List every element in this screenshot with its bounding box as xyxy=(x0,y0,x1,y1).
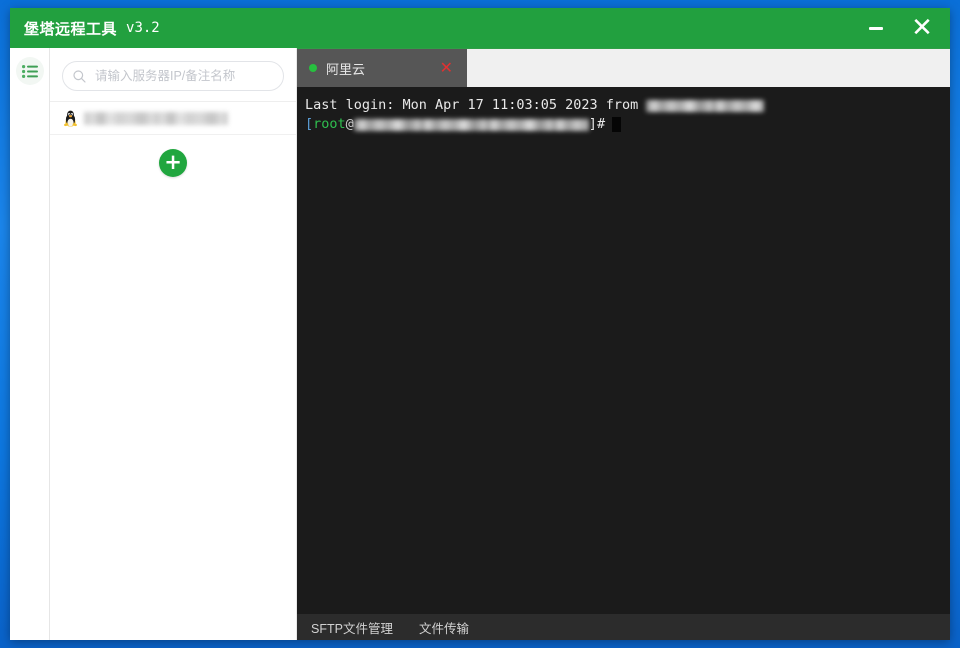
prompt-user: root xyxy=(313,116,346,132)
prompt-at-sign: @ xyxy=(345,116,354,132)
server-name-redacted xyxy=(84,111,228,125)
tab-strip: 阿里云 ✕ xyxy=(297,48,950,87)
app-version-label: v3.2 xyxy=(126,20,160,36)
minimize-icon xyxy=(869,26,883,30)
terminal-line-last-login: Last login: Mon Apr 17 11:03:05 2023 fro… xyxy=(305,96,950,115)
list-menu-button[interactable] xyxy=(15,57,44,85)
app-title: 堡塔远程工具 xyxy=(24,20,118,38)
last-login-host-redacted xyxy=(646,99,765,112)
prompt-host-redacted xyxy=(353,118,589,131)
terminal-line-prompt: [ root @ ] # xyxy=(305,115,950,134)
title-bar[interactable]: 堡塔远程工具 v3.2 ✕ xyxy=(10,8,950,48)
search-row xyxy=(50,48,296,101)
text-cursor-block xyxy=(612,117,622,132)
server-list: + xyxy=(50,101,296,640)
search-input[interactable] xyxy=(93,68,273,84)
file-transfer-button[interactable]: 文件传输 xyxy=(419,618,469,637)
prompt-close-bracket: ] xyxy=(588,116,597,132)
minimize-button[interactable] xyxy=(856,8,896,48)
search-icon xyxy=(73,69,86,83)
last-login-text: Last login: Mon Apr 17 11:03:05 2023 fro… xyxy=(305,97,647,113)
linux-penguin-icon xyxy=(62,110,79,127)
bottom-bar: SFTP文件管理 文件传输 xyxy=(297,614,950,640)
search-box[interactable] xyxy=(62,61,284,91)
add-server-button[interactable]: + xyxy=(159,149,187,177)
server-list-panel: + xyxy=(50,48,297,640)
sftp-file-manager-button[interactable]: SFTP文件管理 xyxy=(311,618,393,637)
application-window: 堡塔远程工具 v3.2 ✕ 请输入服务器IP/备注名称 + 阿里云 ✕ Last… xyxy=(10,8,950,640)
add-server-row: + xyxy=(50,135,296,177)
terminal-screen[interactable]: Last login: Mon Apr 17 11:03:05 2023 fro… xyxy=(297,87,950,614)
prompt-open-bracket: [ xyxy=(305,116,314,132)
green-status-dot-icon xyxy=(309,64,317,72)
prompt-symbol: # xyxy=(596,116,606,132)
close-button[interactable]: ✕ xyxy=(902,8,942,48)
plus-icon: + xyxy=(164,149,182,174)
icon-rail xyxy=(10,48,50,640)
close-icon: ✕ xyxy=(911,13,933,43)
tab-close-button[interactable]: ✕ xyxy=(440,60,453,76)
terminal-area: 阿里云 ✕ Last login: Mon Apr 17 11:03:05 20… xyxy=(297,48,950,640)
server-list-item[interactable] xyxy=(50,102,296,135)
window-body: + 阿里云 ✕ Last login: Mon Apr 17 11:03:05 … xyxy=(10,48,950,640)
list-menu-icon xyxy=(21,64,38,78)
session-tab-label: 阿里云 xyxy=(326,61,366,77)
session-tab[interactable]: 阿里云 ✕ xyxy=(297,49,467,87)
